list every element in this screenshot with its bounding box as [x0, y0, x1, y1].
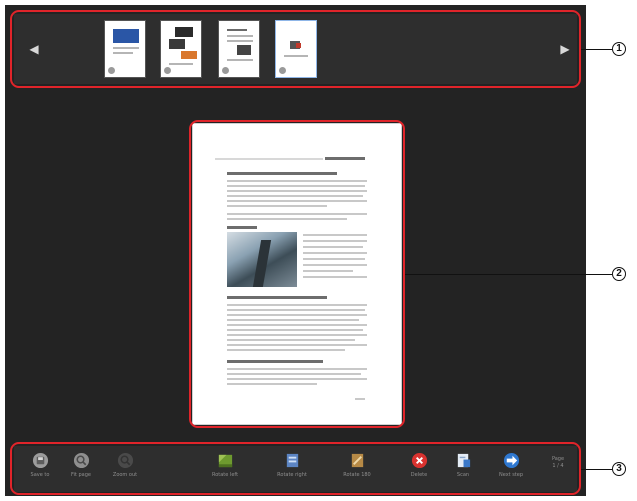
- figure: ◀ ▶ Save to Fit page Zoom out Rotate lef…: [0, 0, 637, 501]
- callout-number-3: 3: [612, 462, 626, 476]
- callout-box-3: [10, 442, 581, 495]
- callout-box-1: [10, 10, 581, 88]
- leader-line-1: [581, 49, 612, 50]
- callout-number-2: 2: [612, 267, 626, 281]
- leader-line-3: [581, 469, 612, 470]
- leader-line-2: [405, 274, 612, 275]
- callout-box-2: [189, 120, 405, 428]
- callout-number-1: 1: [612, 42, 626, 56]
